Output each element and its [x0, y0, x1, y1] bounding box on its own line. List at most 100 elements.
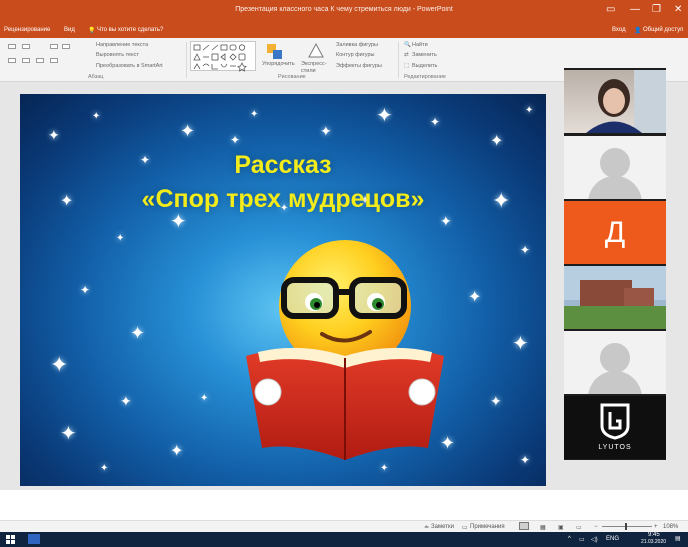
quick-styles-icon[interactable] — [305, 41, 327, 61]
shape-outline-button[interactable]: Контур фигуры — [336, 52, 374, 58]
notes-button[interactable]: Заметки — [431, 524, 454, 530]
zoom-out-button[interactable]: − — [594, 524, 598, 530]
shape-fill-button[interactable]: Заливка фигуры — [336, 42, 378, 48]
sparkle-star: ✦ — [376, 105, 393, 127]
shape-effects-button[interactable]: Эффекты фигуры — [336, 63, 382, 69]
slide-title-line-1: Рассказ — [234, 151, 332, 179]
sign-in-link[interactable]: Вход — [612, 27, 626, 33]
chevron-up-icon[interactable]: ^ — [568, 536, 571, 542]
sparkle-star: ✦ — [170, 443, 184, 460]
shapes-gallery-icon — [193, 44, 247, 72]
group-divider — [398, 42, 399, 78]
red-book-icon — [246, 347, 444, 460]
video-tile-participant-letter[interactable]: Д — [564, 201, 666, 264]
zoom-slider-thumb[interactable] — [625, 523, 627, 530]
convert-smartart-button[interactable]: Преобразовать в SmartArt — [96, 63, 163, 69]
zoom-level[interactable]: 108% — [663, 524, 678, 530]
notifications-icon[interactable]: ▤ — [675, 535, 681, 542]
share-button[interactable]: Общий доступ — [643, 27, 683, 33]
sparkle-star: ✦ — [92, 111, 101, 122]
align-center-icon[interactable] — [22, 58, 30, 63]
lightbulb-icon: 💡 — [88, 28, 96, 34]
clock-time[interactable]: 9:45 — [648, 532, 660, 538]
status-bar: ≐ Заметки ▭ Примечания ▦ ▣ ▭ − + 108% — [0, 520, 688, 532]
replace-icon: ⇄ — [404, 52, 409, 58]
sparkle-star: ✦ — [512, 333, 529, 355]
editing-group-label: Редактирование — [404, 74, 446, 80]
presenter-video-icon — [586, 70, 666, 133]
align-left-icon[interactable] — [8, 58, 16, 63]
sparkle-star: ✦ — [320, 123, 332, 139]
windows-start-icon[interactable] — [6, 535, 16, 545]
zoom-slider[interactable] — [602, 526, 652, 527]
replace-button[interactable]: Заменить — [412, 52, 437, 58]
justify-icon[interactable] — [50, 58, 58, 63]
select-icon: ⬚ — [404, 63, 410, 69]
title-bar: Презентация классного часа К чему стреми… — [0, 0, 688, 22]
sparkle-star: ✦ — [200, 393, 209, 404]
sparkle-star: ✦ — [48, 127, 60, 143]
ribbon-display-icon[interactable]: ▭ — [606, 4, 615, 16]
sparkle-star: ✦ — [250, 109, 259, 120]
video-tile-participant-building[interactable] — [564, 266, 666, 329]
select-button[interactable]: Выделить — [412, 63, 437, 69]
tab-view[interactable]: Вид — [64, 27, 75, 33]
video-tile-participant-2[interactable] — [564, 331, 666, 394]
slide-title[interactable]: Рассказ «Спор трех мудрецов» — [20, 148, 546, 216]
video-tile-presenter[interactable] — [564, 70, 666, 133]
zoom-in-button[interactable]: + — [654, 524, 658, 530]
video-tile-participant-1[interactable] — [564, 136, 666, 199]
decrease-indent-icon[interactable] — [50, 44, 58, 49]
close-button[interactable]: ✕ — [674, 4, 682, 16]
window-title: Презентация классного часа К чему стреми… — [235, 6, 453, 13]
drawing-group-label: Рисование — [278, 74, 306, 80]
ribbon-tabs: Рецензирование Вид 💡 Что вы хотите сдела… — [0, 22, 688, 38]
reading-view-icon[interactable]: ▣ — [558, 524, 564, 531]
shapes-gallery[interactable] — [190, 41, 256, 72]
numbering-icon[interactable] — [22, 44, 30, 49]
arrange-button[interactable]: Упорядочить — [262, 61, 295, 67]
sparkle-star: ✦ — [120, 393, 132, 409]
volume-icon[interactable]: ◁) — [591, 536, 598, 543]
participant-initial: Д — [604, 216, 626, 249]
paragraph-group-label: Абзац — [88, 74, 104, 80]
sparkle-star: ✦ — [490, 393, 502, 409]
slide-title-line-2: «Спор трех мудрецов» — [141, 185, 425, 213]
sparkle-star: ✦ — [520, 453, 531, 467]
restore-button[interactable]: ❐ — [652, 4, 661, 16]
slideshow-icon[interactable]: ▭ — [576, 524, 582, 531]
tell-me-search[interactable]: Что вы хотите сделать? — [97, 27, 163, 33]
comments-button[interactable]: Примечания — [470, 524, 505, 530]
slide-canvas[interactable]: ✦✦✦✦✦✦✦✦✦✦✦✦✦✦✦✦✦✦✦✦✦✦✦✦✦✦✦✦✦✦✦✦✦✦ Расск… — [20, 94, 546, 486]
bullets-icon[interactable] — [8, 44, 16, 49]
quick-styles-button[interactable]: Экспресс-стили — [301, 61, 331, 75]
align-text-button[interactable]: Выровнять текст — [96, 52, 139, 58]
avatar-body — [588, 371, 642, 394]
avatar-body — [588, 176, 642, 199]
clock-date[interactable]: 21.03.2020 — [641, 539, 666, 545]
minimize-button[interactable]: — — [630, 4, 640, 16]
comments-icon: ▭ — [462, 525, 468, 531]
align-right-icon[interactable] — [36, 58, 44, 63]
sparkle-star: ✦ — [230, 133, 241, 147]
taskbar-app-icon[interactable] — [28, 534, 40, 544]
network-icon[interactable]: ▭ — [579, 536, 585, 543]
arrange-icon[interactable] — [264, 42, 286, 62]
avatar-placeholder-icon — [600, 148, 630, 178]
video-tile-participant-logo[interactable]: LYUTOS — [564, 396, 666, 459]
language-indicator[interactable]: ENG — [606, 536, 619, 542]
increase-indent-icon[interactable] — [62, 44, 70, 49]
text-direction-button[interactable]: Направление текста — [96, 42, 148, 48]
sparkle-star: ✦ — [440, 213, 452, 229]
video-conference-panel: Д LYUTOS — [564, 68, 666, 460]
group-divider — [186, 42, 187, 78]
right-hand — [408, 378, 436, 406]
reading-smiley-illustration[interactable] — [224, 234, 474, 484]
find-button[interactable]: Найти — [412, 42, 428, 48]
slide-sorter-icon[interactable]: ▦ — [540, 524, 546, 531]
normal-view-icon[interactable] — [519, 522, 529, 530]
building-photo-icon — [564, 266, 666, 329]
sparkle-star: ✦ — [525, 105, 534, 116]
tab-review[interactable]: Рецензирование — [4, 27, 50, 33]
sparkle-star: ✦ — [430, 115, 441, 129]
